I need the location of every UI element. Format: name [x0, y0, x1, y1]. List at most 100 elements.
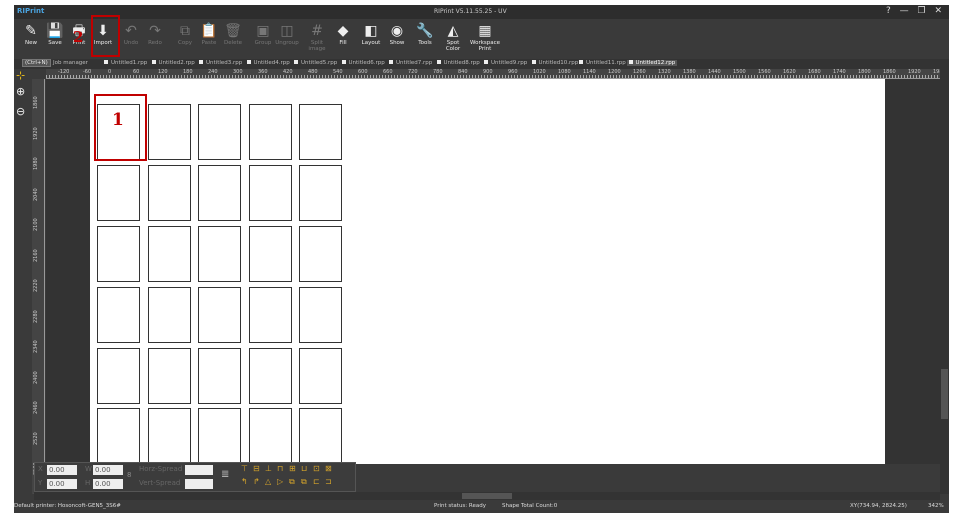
align-tool-icon[interactable]: ⊥ [265, 464, 272, 473]
align-tool-icon[interactable]: ⊔ [301, 464, 307, 473]
align-tool-icon[interactable]: ⧉ [301, 477, 307, 487]
layout-cell[interactable] [198, 348, 241, 404]
horizontal-scrollbar[interactable] [34, 492, 940, 500]
toolbar-delete-button[interactable]: 🗑 Delete [220, 23, 246, 46]
toolbar-paste-button[interactable]: 📋 Paste [196, 23, 222, 46]
tab-untitled2-rpp[interactable]: Untitled2.rpp [152, 60, 195, 66]
toolbar-undo-button[interactable]: ↶ Undo [118, 23, 144, 46]
align-tool-icon[interactable]: ⊟ [253, 464, 260, 473]
layout-cell[interactable] [299, 226, 342, 282]
toolbar-new-button[interactable]: ✎ New [18, 23, 44, 46]
layout-cell[interactable] [249, 287, 292, 343]
tab-untitled4-rpp[interactable]: Untitled4.rpp [247, 60, 290, 66]
y-input[interactable]: 0.00 [47, 479, 77, 489]
layout-cell[interactable] [249, 226, 292, 282]
layout-cell[interactable] [97, 287, 140, 343]
ruler-tick-label: 120 [158, 69, 168, 75]
print-page[interactable] [90, 79, 885, 464]
tab-untitled5-rpp[interactable]: Untitled5.rpp [294, 60, 337, 66]
layout-cell[interactable] [249, 104, 292, 160]
horz-spread-input[interactable] [185, 465, 213, 475]
h-input[interactable]: 0.00 [93, 479, 123, 489]
layout-cell[interactable] [97, 165, 140, 221]
layout-cell[interactable] [198, 104, 241, 160]
horizontal-scroll-thumb[interactable] [462, 493, 512, 499]
x-input[interactable]: 0.00 [47, 465, 77, 475]
align-tool-icon[interactable]: ↱ [253, 477, 260, 486]
y-label: Y [38, 479, 43, 487]
tab-untitled1-rpp[interactable]: Untitled1.rpp [104, 60, 147, 66]
toolbar-copy-button[interactable]: ⧉ Copy [172, 23, 198, 46]
align-tool-icon[interactable]: △ [265, 477, 271, 486]
layout-cell[interactable] [148, 226, 191, 282]
toolbar-show-button[interactable]: ◉ Show [384, 23, 410, 46]
layout-cell[interactable] [299, 348, 342, 404]
layout-cell[interactable] [299, 165, 342, 221]
layout-cell[interactable] [148, 408, 191, 464]
ruler-tick-label: 1740 [833, 69, 846, 75]
align-tool-icon[interactable]: ⊞ [289, 464, 296, 473]
layout-cell[interactable] [198, 287, 241, 343]
layout-cell[interactable] [97, 408, 140, 464]
layout-cell[interactable] [148, 104, 191, 160]
align-tool-icon[interactable]: ⊏ [313, 477, 320, 486]
layout-cell[interactable] [148, 165, 191, 221]
toolbar-save-button[interactable]: 💾 Save [42, 23, 68, 46]
vertical-scrollbar[interactable] [940, 69, 949, 494]
align-tool-icon[interactable]: ⊡ [313, 464, 320, 473]
layout-cell[interactable] [249, 408, 292, 464]
layout-cell[interactable] [198, 408, 241, 464]
layout-cell[interactable] [299, 287, 342, 343]
toolbar-fill-button[interactable]: ◆ Fill [330, 23, 356, 46]
tab-job-manager[interactable]: Job manager [46, 60, 88, 66]
tab-untitled9-rpp[interactable]: Untitled9.rpp [484, 60, 527, 66]
toolbar-spot-color-button[interactable]: ◭ Spot Color [440, 23, 466, 52]
layout-cell[interactable] [249, 165, 292, 221]
toolbar-ungroup-button[interactable]: ◫ Ungroup [274, 23, 300, 46]
toolbar-label: Spot Color [445, 40, 461, 52]
zoom-out-icon[interactable]: ⊖ [16, 105, 25, 118]
zoom-in-icon[interactable]: ⊕ [16, 85, 25, 98]
align-tool-icon[interactable]: ⊠ [325, 464, 332, 473]
main-toolbar: ✎ New 💾 Save 🖶 Print ⬇ Import ↶ Undo ↷ Redo ⧉ Copy 📋 Pa… [14, 19, 949, 59]
align-tool-icon[interactable]: ⊤ [241, 464, 248, 473]
align-tool-icon[interactable]: ⊐ [325, 477, 332, 486]
tab-untitled12-rpp[interactable]: Untitled12.rpp [626, 60, 678, 66]
ruler-tick-label: 2220 [33, 279, 39, 292]
layout-cell[interactable] [198, 165, 241, 221]
toolbar-redo-button[interactable]: ↷ Redo [142, 23, 168, 46]
vertical-scroll-thumb[interactable] [941, 369, 948, 419]
menu-icon[interactable]: ≣ [221, 469, 229, 480]
toolbar-group-button[interactable]: ▣ Group [250, 23, 276, 46]
tab-untitled8-rpp[interactable]: Untitled8.rpp [437, 60, 480, 66]
canvas[interactable] [46, 79, 941, 464]
tab-untitled7-rpp[interactable]: Untitled7.rpp [389, 60, 432, 66]
align-tool-icon[interactable]: ⧉ [289, 477, 295, 487]
tab-untitled3-rpp[interactable]: Untitled3.rpp [199, 60, 242, 66]
toolbar-workspace-print-button[interactable]: ▦ Workspace Print [468, 23, 502, 52]
tab-untitled6-rpp[interactable]: Untitled6.rpp [342, 60, 385, 66]
align-tool-icon[interactable]: ↰ [241, 477, 248, 486]
layout-cell[interactable] [148, 287, 191, 343]
toolbar-layout-button[interactable]: ◧ Layout [358, 23, 384, 46]
align-tool-icon[interactable]: ⊓ [277, 464, 283, 473]
select-add-tool-icon[interactable]: ⊹ [16, 69, 25, 82]
toolbar-tools-button[interactable]: 🔧 Tools [412, 23, 438, 46]
layout-cell[interactable] [97, 348, 140, 404]
tab-untitled10-rpp[interactable]: Untitled10.rpp [532, 60, 579, 66]
ruler-tick-label: 2160 [33, 248, 39, 262]
w-input[interactable]: 0.00 [93, 465, 123, 475]
align-tool-icon[interactable]: ▷ [277, 477, 283, 486]
layout-cell[interactable] [299, 104, 342, 160]
tab-untitled11-rpp[interactable]: Untitled11.rpp [579, 60, 626, 66]
ruler-tick-label: 300 [233, 69, 243, 75]
layout-cell[interactable] [198, 226, 241, 282]
toolbar-split-image-button[interactable]: # Split image [304, 23, 330, 52]
layout-cell[interactable] [148, 348, 191, 404]
layout-cell[interactable] [299, 408, 342, 464]
vert-spread-input[interactable] [185, 479, 213, 489]
layout-cell[interactable] [249, 348, 292, 404]
lock-ratio-icon[interactable]: 8 [127, 471, 131, 479]
window-controls[interactable]: ? — ❐ ✕ [886, 6, 945, 16]
layout-cell[interactable] [97, 226, 140, 282]
